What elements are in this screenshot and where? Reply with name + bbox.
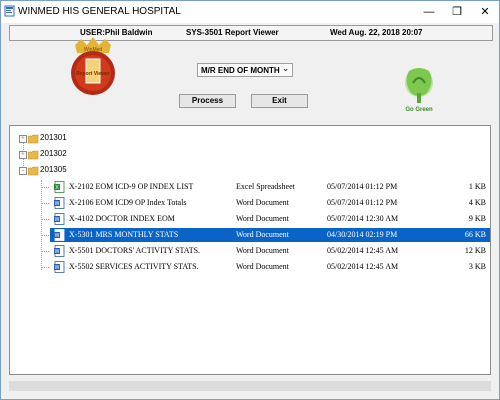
report-period-select[interactable]: M/R END OF MONTH ⌄ (197, 63, 293, 77)
svg-text:W: W (55, 249, 60, 255)
tree-connector (41, 180, 42, 270)
logo-left-top-text: WinMed (84, 47, 103, 53)
file-size: 1 KB (468, 182, 486, 191)
file-name: X-2102 EOM ICD-9 OP INDEX LIST (69, 182, 194, 191)
exit-button[interactable]: Exit (251, 94, 308, 108)
tree-folder[interactable]: + 201302 (10, 148, 210, 162)
app-icon (4, 5, 15, 17)
file-row[interactable]: X X-2102 EOM ICD-9 OP INDEX LIST Excel S… (50, 180, 490, 194)
file-size: 9 KB (468, 214, 486, 223)
file-name: X-2106 EOM ICD9 OP Index Totals (69, 198, 187, 207)
report-period-value: M/R END OF MONTH (201, 66, 280, 75)
system-label: SYS-3501 (186, 28, 223, 37)
report-viewer-logo: WinMed Report Viewer (71, 37, 115, 95)
file-type: Word Document (236, 262, 289, 271)
file-row[interactable]: W X-5501 DOCTORS' ACTIVITY STATS. Word D… (50, 244, 490, 258)
svg-text:W: W (55, 265, 60, 271)
file-row-selected[interactable]: W X-5301 MRS MONTHLY STATS Word Document… (50, 228, 490, 242)
process-button[interactable]: Process (179, 94, 236, 108)
report-tree[interactable]: + 201301 + 201302 − 201305 X X-2102 EOM … (9, 125, 491, 375)
file-name: X-4102 DOCTOR INDEX EOM (69, 214, 175, 223)
word-icon: W (54, 213, 65, 225)
file-type: Word Document (236, 246, 289, 255)
module-label: Report Viewer (225, 28, 279, 37)
file-type: Word Document (236, 230, 289, 239)
maximize-button[interactable]: ❐ (443, 1, 471, 23)
file-date: 05/07/2014 01:12 PM (327, 182, 398, 191)
tree-folder[interactable]: + 201301 (10, 132, 210, 146)
file-type: Word Document (236, 214, 289, 223)
go-green-logo: Go Green (405, 68, 433, 113)
tree-connector (41, 267, 49, 268)
folder-label: 201301 (40, 133, 67, 142)
file-row[interactable]: W X-4102 DOCTOR INDEX EOM Word Document … (50, 212, 490, 226)
tree-connector (41, 187, 49, 188)
file-date: 05/07/2014 01:12 PM (327, 198, 398, 207)
file-date: 05/02/2014 12:45 AM (327, 262, 399, 271)
collapse-icon[interactable]: − (19, 167, 27, 175)
svg-text:W: W (55, 217, 60, 223)
file-date: 05/07/2014 12:30 AM (327, 214, 399, 223)
file-size: 12 KB (464, 246, 486, 255)
minimize-button[interactable]: — (415, 1, 443, 23)
window-title: WINMED HIS GENERAL HOSPITAL (18, 6, 181, 17)
expand-icon[interactable]: + (19, 135, 27, 143)
tree-connector (41, 203, 49, 204)
svg-text:W: W (55, 233, 60, 239)
word-icon: W (54, 261, 65, 273)
datetime-label: Wed Aug. 22, 2018 20:07 (330, 28, 423, 37)
folder-icon (28, 134, 39, 144)
folder-label: 201305 (40, 165, 67, 174)
close-button[interactable]: ✕ (471, 1, 499, 23)
file-size: 3 KB (468, 262, 486, 271)
word-icon: W (54, 229, 65, 241)
file-date: 05/02/2014 12:45 AM (327, 246, 399, 255)
file-row[interactable]: W X-5502 SERVICES ACTIVITY STATS. Word D… (50, 260, 490, 274)
svg-text:W: W (55, 201, 60, 207)
go-green-text: Go Green (405, 107, 433, 113)
file-date: 04/30/2014 02:19 PM (327, 230, 398, 239)
word-icon: W (54, 245, 65, 257)
tree-connector (41, 251, 49, 252)
file-type: Word Document (236, 198, 289, 207)
file-name: X-5501 DOCTORS' ACTIVITY STATS. (69, 246, 201, 255)
folder-label: 201302 (40, 149, 67, 158)
file-name: X-5502 SERVICES ACTIVITY STATS. (69, 262, 199, 271)
excel-icon: X (54, 181, 65, 193)
word-icon: W (54, 197, 65, 209)
main-window: WINMED HIS GENERAL HOSPITAL — ❐ ✕ USER:P… (0, 0, 500, 400)
file-row[interactable]: W X-2106 EOM ICD9 OP Index Totals Word D… (50, 196, 490, 210)
file-type: Excel Spreadsheet (236, 182, 295, 191)
tree-connector (41, 219, 49, 220)
status-strip (9, 381, 491, 391)
chevron-down-icon[interactable]: ⌄ (282, 64, 289, 73)
file-size: 66 KB (464, 230, 486, 239)
tree-folder[interactable]: − 201305 (10, 164, 210, 178)
file-size: 4 KB (468, 198, 486, 207)
folder-icon (28, 150, 39, 160)
folder-open-icon (28, 166, 39, 176)
file-name: X-5301 MRS MONTHLY STATS (69, 230, 179, 239)
title-bar[interactable]: WINMED HIS GENERAL HOSPITAL — ❐ ✕ (1, 1, 499, 23)
tree-connector (41, 235, 49, 236)
logo-left-text: Report Viewer (76, 71, 110, 77)
expand-icon[interactable]: + (19, 151, 27, 159)
